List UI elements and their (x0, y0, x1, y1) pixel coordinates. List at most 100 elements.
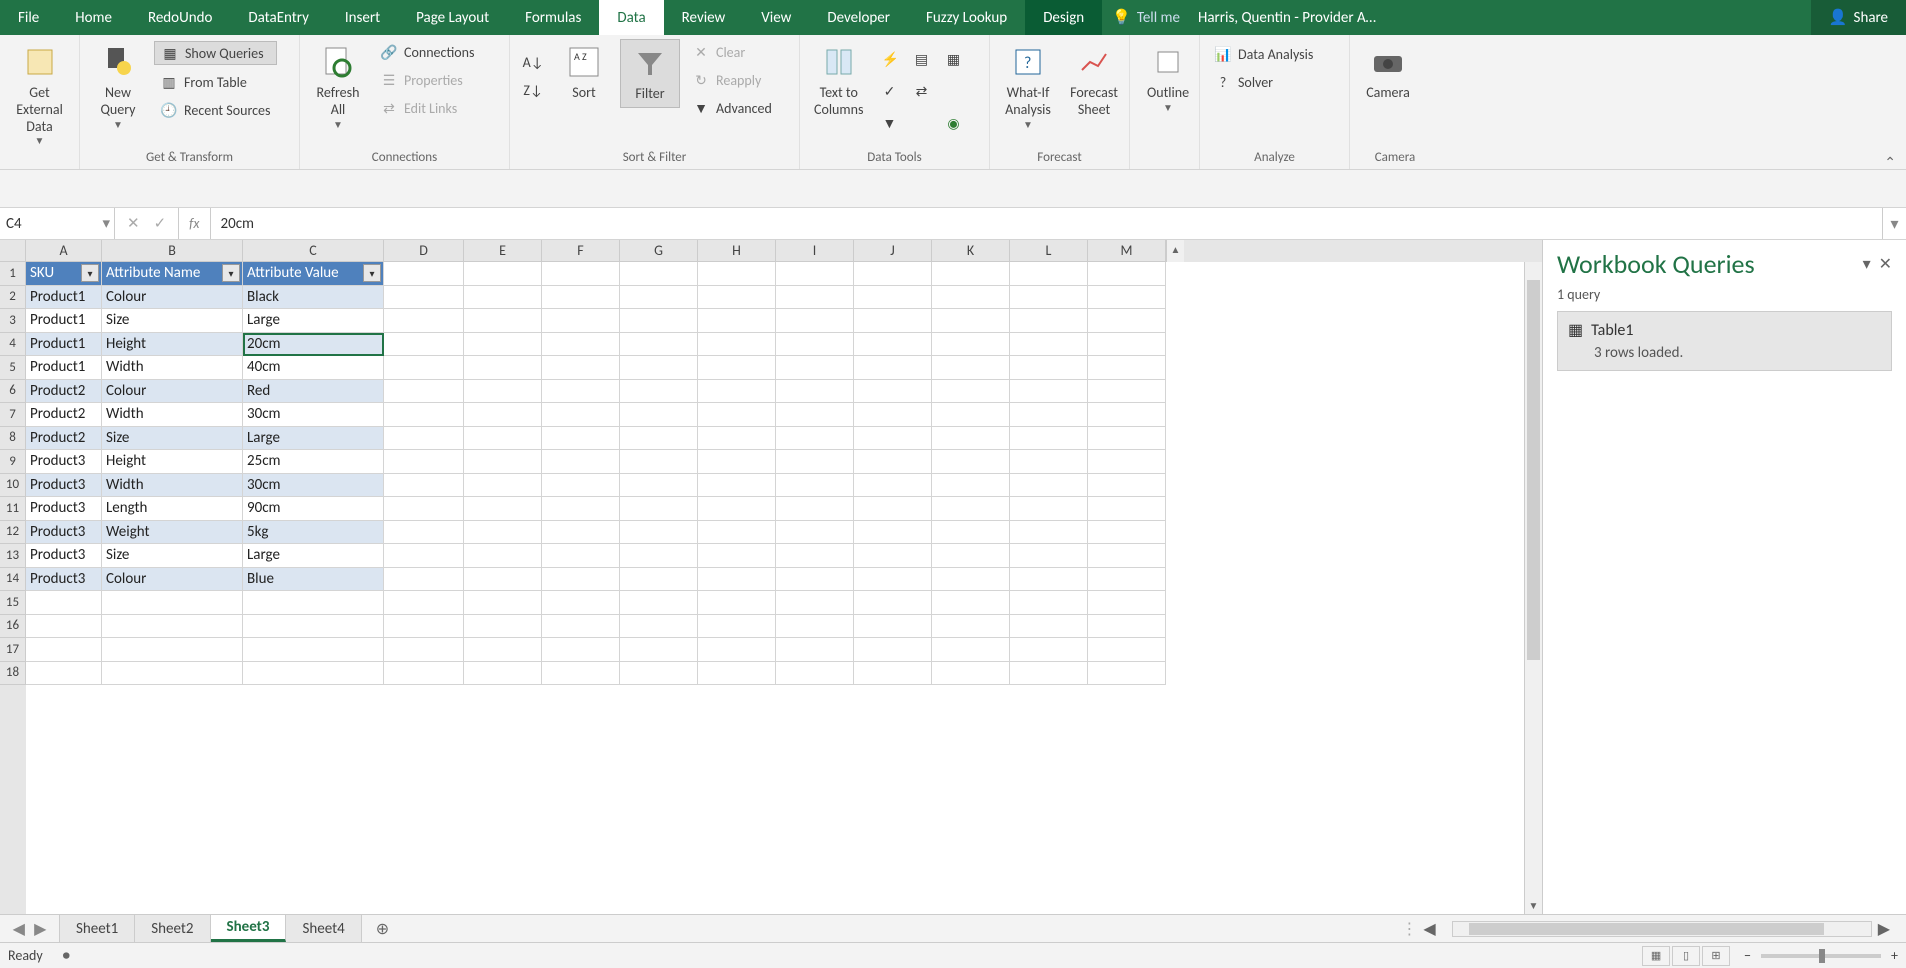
cell-K1[interactable] (932, 262, 1010, 286)
cell-E8[interactable] (464, 427, 542, 451)
col-header-G[interactable]: G (620, 240, 698, 262)
cell-K18[interactable] (932, 662, 1010, 686)
cell-L3[interactable] (1010, 309, 1088, 333)
cell-I3[interactable] (776, 309, 854, 333)
row-header-10[interactable]: 10 (0, 474, 26, 498)
cell-D15[interactable] (384, 591, 464, 615)
cell-L10[interactable] (1010, 474, 1088, 498)
cell-G5[interactable] (620, 356, 698, 380)
zoom-in-button[interactable]: + (1891, 947, 1898, 964)
cell-C18[interactable] (243, 662, 384, 686)
manage-data-model-button[interactable]: ◉ (939, 109, 967, 137)
cell-C5[interactable]: 40cm (243, 356, 384, 380)
cell-J13[interactable] (854, 544, 932, 568)
flash-fill-button[interactable]: ⚡ (875, 45, 903, 73)
cell-F15[interactable] (542, 591, 620, 615)
cell-E17[interactable] (464, 638, 542, 662)
row-header-12[interactable]: 12 (0, 521, 26, 545)
cell-M4[interactable] (1088, 333, 1166, 357)
tab-review[interactable]: Review (664, 0, 744, 35)
cell-B3[interactable]: Size (102, 309, 243, 333)
tab-dataentry[interactable]: DataEntry (230, 0, 326, 35)
cell-J9[interactable] (854, 450, 932, 474)
cell-M1[interactable] (1088, 262, 1166, 286)
cell-I14[interactable] (776, 568, 854, 592)
tab-developer[interactable]: Developer (809, 0, 908, 35)
cell-F12[interactable] (542, 521, 620, 545)
cell-A2[interactable]: Product1 (26, 286, 102, 310)
cell-I10[interactable] (776, 474, 854, 498)
cell-J3[interactable] (854, 309, 932, 333)
cell-A11[interactable]: Product3 (26, 497, 102, 521)
tab-redoundo[interactable]: RedoUndo (130, 0, 230, 35)
page-layout-view-button[interactable]: ▯ (1672, 946, 1700, 966)
cell-G18[interactable] (620, 662, 698, 686)
cell-C4[interactable]: 20cm (243, 333, 384, 357)
cell-D8[interactable] (384, 427, 464, 451)
cell-B9[interactable]: Height (102, 450, 243, 474)
row-header-18[interactable]: 18 (0, 662, 26, 686)
cell-F7[interactable] (542, 403, 620, 427)
cell-E12[interactable] (464, 521, 542, 545)
cell-E7[interactable] (464, 403, 542, 427)
cell-A14[interactable]: Product3 (26, 568, 102, 592)
cell-M9[interactable] (1088, 450, 1166, 474)
name-box-dropdown-icon[interactable]: ▾ (102, 214, 110, 233)
cell-G13[interactable] (620, 544, 698, 568)
collapse-ribbon-button[interactable]: ⌃ (1884, 154, 1896, 171)
fx-button[interactable]: fx (179, 208, 210, 239)
cell-M17[interactable] (1088, 638, 1166, 662)
cell-I16[interactable] (776, 615, 854, 639)
cell-K6[interactable] (932, 380, 1010, 404)
cell-I6[interactable] (776, 380, 854, 404)
tell-me-search[interactable]: 💡 Tell me (1102, 0, 1190, 35)
cell-I7[interactable] (776, 403, 854, 427)
cell-H8[interactable] (698, 427, 776, 451)
cell-L17[interactable] (1010, 638, 1088, 662)
col-header-B[interactable]: B (102, 240, 243, 262)
row-header-2[interactable]: 2 (0, 286, 26, 310)
name-box[interactable]: C4 ▾ (0, 208, 115, 239)
cell-I5[interactable] (776, 356, 854, 380)
col-header-C[interactable]: C (243, 240, 384, 262)
cell-B12[interactable]: Weight (102, 521, 243, 545)
from-table-button[interactable]: ▥ From Table (154, 71, 277, 93)
cell-H2[interactable] (698, 286, 776, 310)
cell-E11[interactable] (464, 497, 542, 521)
cell-M5[interactable] (1088, 356, 1166, 380)
cell-J11[interactable] (854, 497, 932, 521)
cell-F5[interactable] (542, 356, 620, 380)
col-header-M[interactable]: M (1088, 240, 1166, 262)
cell-K10[interactable] (932, 474, 1010, 498)
col-header-F[interactable]: F (542, 240, 620, 262)
formula-input[interactable]: 20cm (211, 208, 1883, 239)
sheet-nav[interactable]: ◀ ▶ (0, 915, 60, 942)
cell-D18[interactable] (384, 662, 464, 686)
expand-formula-bar-button[interactable]: ▾ (1882, 208, 1906, 239)
scrollbar-thumb[interactable] (1527, 280, 1540, 660)
cell-B13[interactable]: Size (102, 544, 243, 568)
cell-A8[interactable]: Product2 (26, 427, 102, 451)
cell-D13[interactable] (384, 544, 464, 568)
cell-E4[interactable] (464, 333, 542, 357)
share-button[interactable]: 👤 Share (1811, 0, 1906, 35)
cell-C13[interactable]: Large (243, 544, 384, 568)
cell-M11[interactable] (1088, 497, 1166, 521)
cell-A4[interactable]: Product1 (26, 333, 102, 357)
cell-M15[interactable] (1088, 591, 1166, 615)
cell-B15[interactable] (102, 591, 243, 615)
cell-H15[interactable] (698, 591, 776, 615)
cell-B8[interactable]: Size (102, 427, 243, 451)
cell-B6[interactable]: Colour (102, 380, 243, 404)
col-header-D[interactable]: D (384, 240, 464, 262)
cell-L11[interactable] (1010, 497, 1088, 521)
cell-A13[interactable]: Product3 (26, 544, 102, 568)
cell-J14[interactable] (854, 568, 932, 592)
cell-D5[interactable] (384, 356, 464, 380)
cell-K12[interactable] (932, 521, 1010, 545)
cell-G10[interactable] (620, 474, 698, 498)
zoom-out-button[interactable]: − (1744, 947, 1751, 964)
sort-desc-button[interactable]: Z↓ (518, 79, 548, 101)
cell-D6[interactable] (384, 380, 464, 404)
cell-F10[interactable] (542, 474, 620, 498)
